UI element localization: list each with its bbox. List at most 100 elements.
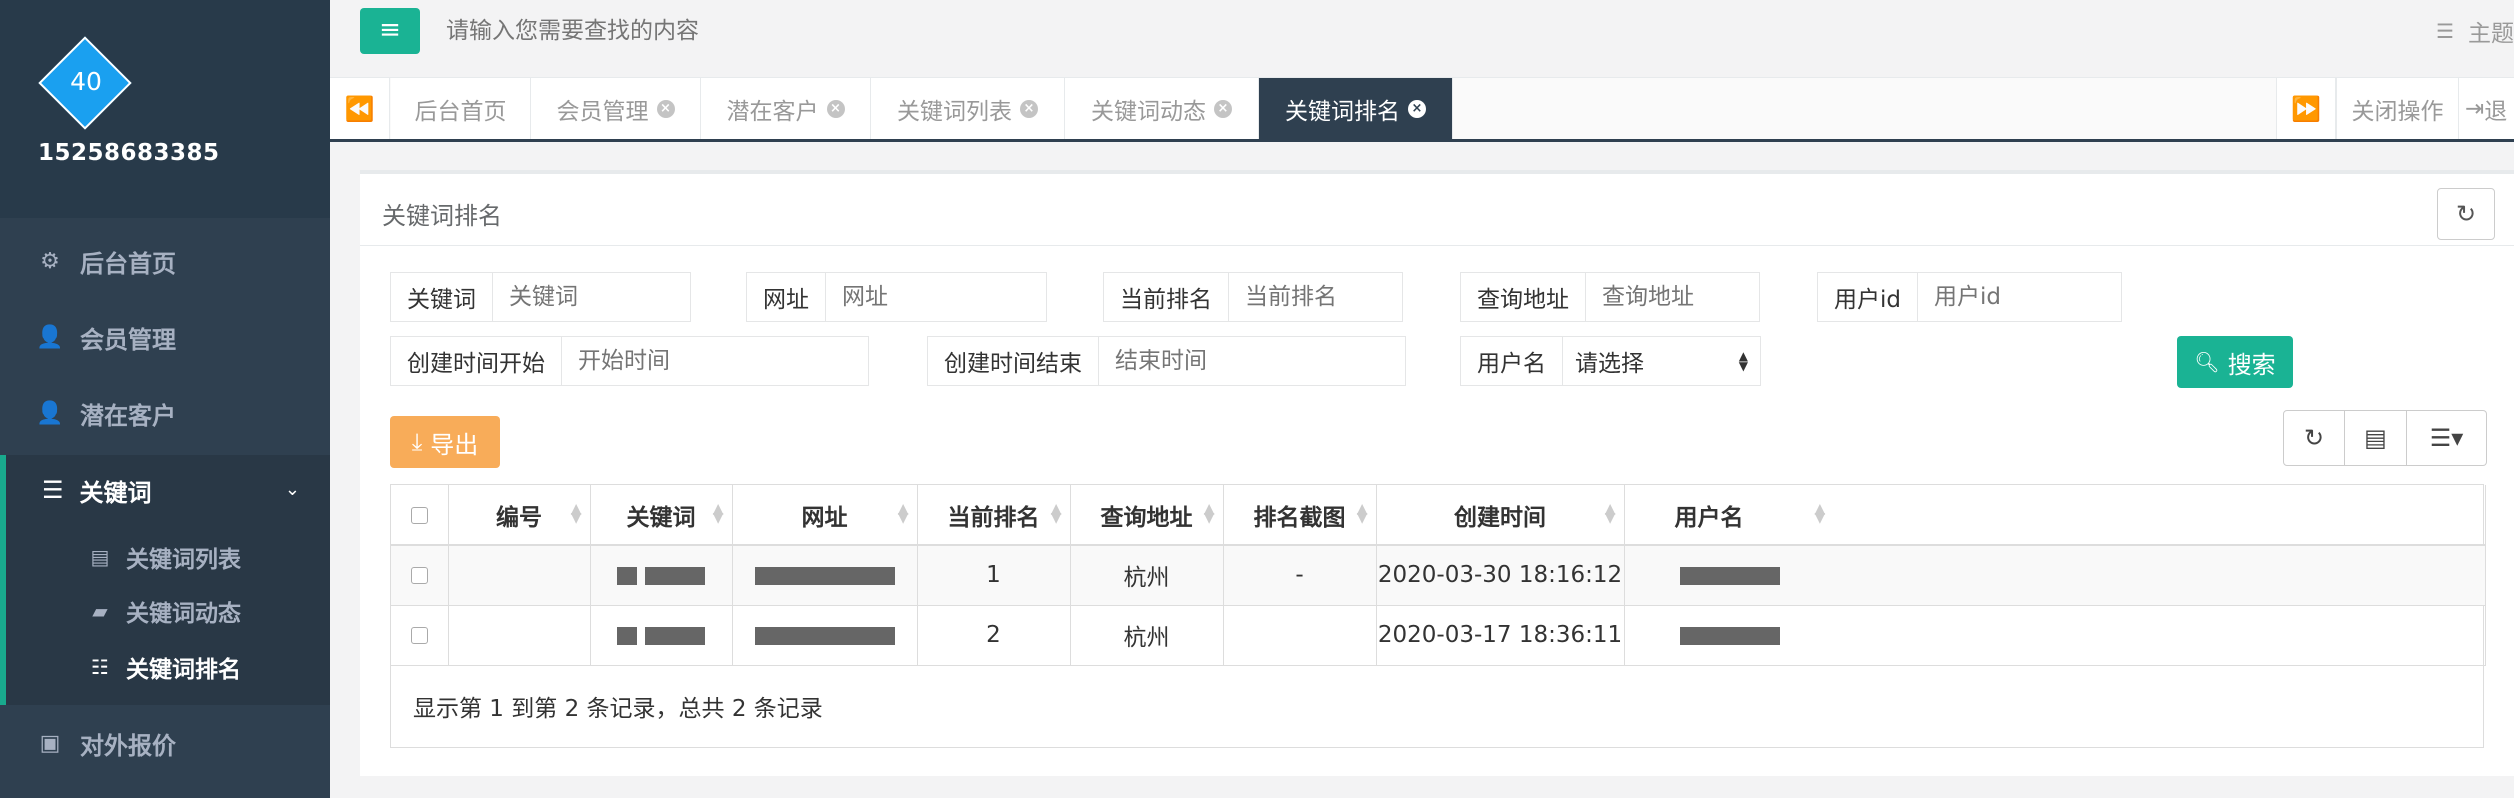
sidebar-item-home[interactable]: ⚙ 后台首页	[0, 226, 330, 296]
username-select[interactable]: 请选择 ▲ ▼	[1563, 336, 1761, 386]
theme-button[interactable]: ☰ 主题	[2436, 14, 2514, 48]
current-rank-input[interactable]	[1229, 272, 1403, 322]
column-header-url[interactable]: 网址 ▲ ▼	[732, 485, 918, 546]
row-select-cell	[391, 545, 449, 606]
search-button[interactable]: 🔍︎ 搜索	[2177, 336, 2293, 388]
sort-icon: ▲ ▼	[1604, 501, 1616, 526]
column-header-created-time[interactable]: 创建时间 ▲ ▼	[1376, 485, 1625, 546]
top-search-input[interactable]	[446, 12, 1346, 50]
user-icon: 👤	[36, 324, 64, 350]
query-location-input[interactable]	[1586, 272, 1760, 322]
sidebar-subitem-label: 关键词排名	[126, 657, 241, 683]
column-header-rank-screenshot[interactable]: 排名截图 ▲ ▼	[1223, 485, 1377, 546]
sidebar-subitem-keyword-ranking[interactable]: ☷ 关键词排名	[6, 641, 330, 693]
toggle-view-button[interactable]: ▤	[2345, 410, 2407, 466]
sidebar-item-label: 后台首页	[80, 249, 176, 278]
redacted-block	[617, 566, 638, 585]
sign-out-icon: ⇥	[2465, 95, 2485, 122]
menu-toggle-button[interactable]: ≡	[360, 8, 420, 54]
id-cell	[448, 605, 591, 666]
tab-keyword-dynamics[interactable]: 关键词动态 ×	[1065, 78, 1259, 139]
row-checkbox[interactable]	[410, 627, 428, 644]
close-icon[interactable]: ×	[1020, 99, 1038, 118]
sidebar-subitem-label: 关键词动态	[126, 601, 241, 627]
sort-icon: ▲ ▼	[1814, 501, 1826, 526]
tab-home[interactable]: 后台首页	[391, 78, 531, 139]
money-icon: ▣	[39, 730, 61, 756]
sidebar-subitem-keyword-list[interactable]: ▤ 关键词列表	[6, 531, 330, 583]
header-label: 查询地址	[1100, 504, 1193, 531]
username-cell	[1624, 605, 2486, 666]
sidebar-item-prospects[interactable]: 👤 潜在客户	[0, 378, 330, 448]
column-header-keyword[interactable]: 关键词 ▲ ▼	[590, 485, 733, 546]
tab-scroll-right-button[interactable]: ⏩	[2276, 78, 2336, 139]
redacted-block	[754, 626, 895, 645]
column-header-username[interactable]: 用户名 ▲ ▼	[1624, 485, 2486, 546]
tab-prospects[interactable]: 潜在客户 ×	[701, 78, 871, 139]
close-icon[interactable]: ×	[1214, 99, 1232, 118]
tab-keyword-ranking[interactable]: 关键词排名 ×	[1259, 78, 1453, 139]
column-header-id[interactable]: 编号 ▲ ▼	[448, 485, 591, 546]
sidebar-item-quotes[interactable]: ▣ 对外报价	[0, 708, 330, 778]
sidebar-item-keywords[interactable]: ☰ 关键词	[6, 455, 330, 525]
table-row[interactable]: 2 杭州 2020-03-17 18:36:11	[391, 605, 2486, 666]
header-label: 编号	[496, 504, 542, 531]
current-rank-filter-label: 当前排名	[1103, 272, 1229, 322]
rank-screenshot-cell	[1223, 605, 1377, 666]
query-location-cell: 杭州	[1070, 605, 1224, 666]
column-header-current-rank[interactable]: 当前排名 ▲ ▼	[917, 485, 1071, 546]
tab-label: 后台首页	[414, 98, 507, 125]
tab-scroll-left-button[interactable]: ⏪	[330, 78, 390, 139]
current-rank-cell: 1	[917, 545, 1071, 606]
header-label: 关键词	[626, 504, 696, 531]
url-cell	[732, 545, 918, 606]
book-icon: ▰	[92, 599, 108, 623]
tab-label: 潜在客户	[726, 98, 819, 125]
keyword-input[interactable]	[493, 272, 691, 322]
table-refresh-button[interactable]: ↻	[2283, 410, 2345, 466]
sidebar-item-label: 关键词	[79, 478, 152, 507]
export-button[interactable]: ⤓ 导出	[390, 416, 500, 468]
column-header-query-location[interactable]: 查询地址 ▲ ▼	[1070, 485, 1224, 546]
user-id-input[interactable]	[1918, 272, 2122, 322]
sidebar-subitem-keyword-dynamics[interactable]: ▰ 关键词动态	[6, 585, 330, 637]
header-label: 网址	[801, 504, 848, 531]
tasks-icon: ☰	[2436, 19, 2454, 43]
close-operations-button[interactable]: 关闭操作	[2336, 78, 2458, 139]
close-icon[interactable]: ×	[656, 99, 675, 118]
tab-label: 关键词排名	[1285, 98, 1400, 125]
tab-keyword-list[interactable]: 关键词列表 ×	[871, 78, 1065, 139]
sidebar-item-label: 对外报价	[80, 731, 176, 760]
url-input[interactable]	[826, 272, 1047, 322]
chevron-down-icon[interactable]: ⌄	[285, 479, 300, 500]
tab-label: 关键词列表	[897, 98, 1012, 125]
sidebar-subitem-label: 关键词列表	[126, 547, 241, 573]
bars-icon: ☰	[42, 476, 64, 504]
user-plus-icon: 👤	[36, 400, 64, 426]
tab-members[interactable]: 会员管理 ×	[531, 78, 701, 139]
close-icon[interactable]: ×	[826, 99, 845, 118]
user-id-filter: 用户id	[1817, 272, 2122, 322]
keyword-ranking-panel: 关键词排名 ↻ 关键词 网址 当前排名 查询地址 用户id 创建时间开始 创建时…	[360, 170, 2514, 776]
panel-refresh-button[interactable]: ↻	[2437, 188, 2495, 240]
panel-header: 关键词排名 ↻	[360, 174, 2514, 246]
close-ops-label: 关闭操作	[2351, 98, 2444, 125]
logout-button[interactable]: ⇥ 退	[2458, 78, 2514, 139]
sidebar-item-members[interactable]: 👤 会员管理	[0, 302, 330, 372]
select-all-checkbox[interactable]	[410, 506, 428, 524]
header-label: 创建时间	[1454, 504, 1546, 531]
row-checkbox[interactable]	[410, 567, 428, 585]
table-row[interactable]: 1 杭州 - 2020-03-30 18:16:12	[391, 545, 2486, 606]
url-cell	[732, 605, 918, 666]
sort-icon: ▲ ▼	[897, 501, 909, 526]
created-end-input[interactable]	[1099, 336, 1406, 386]
profile-username[interactable]: 15258683385	[38, 140, 220, 166]
redacted-block	[644, 566, 705, 585]
created-start-input[interactable]	[562, 336, 869, 386]
list-alt-icon: ▤	[90, 545, 110, 569]
header-label: 用户名	[1674, 504, 1744, 531]
close-icon[interactable]: ×	[1408, 99, 1426, 118]
query-location-filter: 查询地址	[1460, 272, 1760, 322]
columns-dropdown-button[interactable]: ☰▾	[2407, 410, 2487, 466]
sidebar: 40 15258683385 ⚙ 后台首页 👤 会员管理 👤 潜在客户 ☰ 关键…	[0, 0, 330, 798]
